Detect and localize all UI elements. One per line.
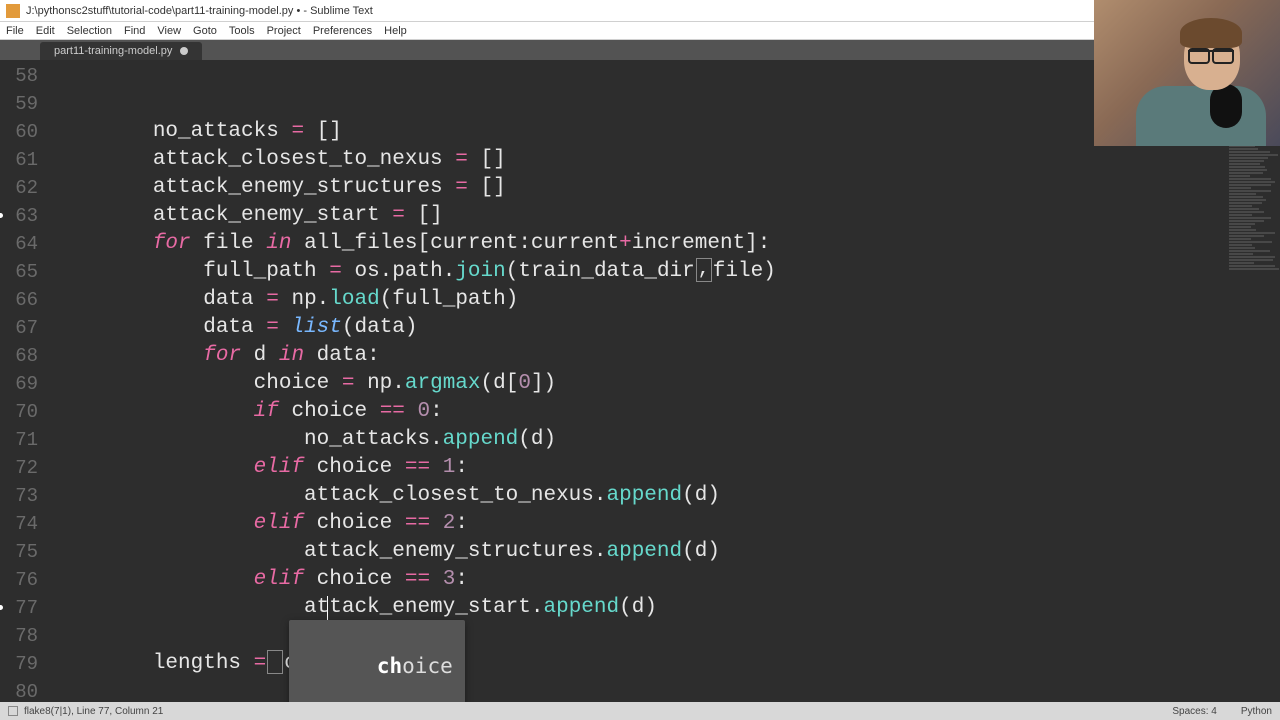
code-line[interactable]: choice = np.argmax(d[0]) [52,370,1280,398]
menu-find[interactable]: Find [124,25,145,37]
code-line[interactable]: for file in all_files[current:current+in… [52,230,1280,258]
tab-label: part11-training-model.py [54,45,172,57]
code-line[interactable]: attack_enemy_start = [] [52,202,1280,230]
status-bar: flake8(7|1), Line 77, Column 21 Spaces: … [0,702,1280,720]
line-number: 61 [0,146,38,174]
menu-selection[interactable]: Selection [67,25,112,37]
line-number: 59 [0,90,38,118]
autocomplete-match: ch [377,654,402,678]
code-line[interactable]: attack_closest_to_nexus = [] [52,146,1280,174]
code-line[interactable]: attack_closest_to_nexus.append(d) [52,482,1280,510]
window-title: J:\pythonsc2stuff\tutorial-code\part11-t… [26,5,373,17]
line-number: 75 [0,538,38,566]
menu-project[interactable]: Project [267,25,301,37]
line-number: 60 [0,118,38,146]
modified-line-dot-icon [0,605,3,610]
line-number: 71 [0,426,38,454]
line-number: 65 [0,258,38,286]
line-number: 72 [0,454,38,482]
line-number: 76 [0,566,38,594]
autocomplete-popup[interactable]: choice [289,620,465,702]
line-number: 73 [0,482,38,510]
tab-file[interactable]: part11-training-model.py [40,42,202,60]
menu-help[interactable]: Help [384,25,407,37]
code-line[interactable]: attack_enemy_structures = [] [52,174,1280,202]
code-line[interactable]: elif choice == 3: [52,566,1280,594]
line-number-gutter: 5859606162636465666768697071727374757677… [0,60,52,702]
code-line[interactable]: attack_enemy_structures.append(d) [52,538,1280,566]
text-cursor [327,596,328,620]
code-line[interactable]: attack_enemy_start.append(d) [52,594,1280,622]
editor[interactable]: 5859606162636465666768697071727374757677… [0,60,1280,702]
menu-tools[interactable]: Tools [229,25,255,37]
menu-file[interactable]: File [6,25,24,37]
tab-strip: part11-training-model.py [0,40,1280,60]
app-icon [6,4,20,18]
webcam-overlay [1094,0,1280,146]
line-number: 63 [0,202,38,230]
code-line[interactable]: elif choice == 1: [52,454,1280,482]
line-number: 62 [0,174,38,202]
menu-goto[interactable]: Goto [193,25,217,37]
code-line[interactable]: for d in data: [52,342,1280,370]
code-line[interactable]: if choice == 0: [52,398,1280,426]
code-area[interactable]: no_attacks = [] attack_closest_to_nexus … [52,60,1280,702]
autocomplete-rest: oice [402,654,453,678]
code-line[interactable] [52,678,1280,702]
code-line[interactable]: full_path = os.path.join(train_data_dir,… [52,258,1280,286]
menu-edit[interactable]: Edit [36,25,55,37]
line-number: 67 [0,314,38,342]
code-line[interactable]: lengths = ch [52,650,1280,678]
line-number: 58 [0,62,38,90]
line-number: 70 [0,398,38,426]
line-number: 79 [0,650,38,678]
code-line[interactable]: no_attacks.append(d) [52,426,1280,454]
code-line[interactable] [52,622,1280,650]
code-line[interactable]: data = np.load(full_path) [52,286,1280,314]
status-indent[interactable]: Spaces: 4 [1172,706,1216,717]
line-number: 74 [0,510,38,538]
status-syntax[interactable]: Python [1241,706,1272,717]
line-number: 64 [0,230,38,258]
line-number: 78 [0,622,38,650]
code-line[interactable]: elif choice == 2: [52,510,1280,538]
line-number: 66 [0,286,38,314]
line-number: 68 [0,342,38,370]
menu-preferences[interactable]: Preferences [313,25,372,37]
title-bar: J:\pythonsc2stuff\tutorial-code\part11-t… [0,0,1280,22]
dirty-indicator-icon [180,47,188,55]
minimap[interactable] [1225,60,1280,702]
status-position[interactable]: flake8(7|1), Line 77, Column 21 [24,706,163,717]
menu-view[interactable]: View [157,25,181,37]
modified-line-dot-icon [0,213,3,218]
status-icon[interactable] [8,706,18,716]
code-line[interactable]: data = list(data) [52,314,1280,342]
menu-bar: File Edit Selection Find View Goto Tools… [0,22,1280,40]
line-number: 77 [0,594,38,622]
line-number: 69 [0,370,38,398]
